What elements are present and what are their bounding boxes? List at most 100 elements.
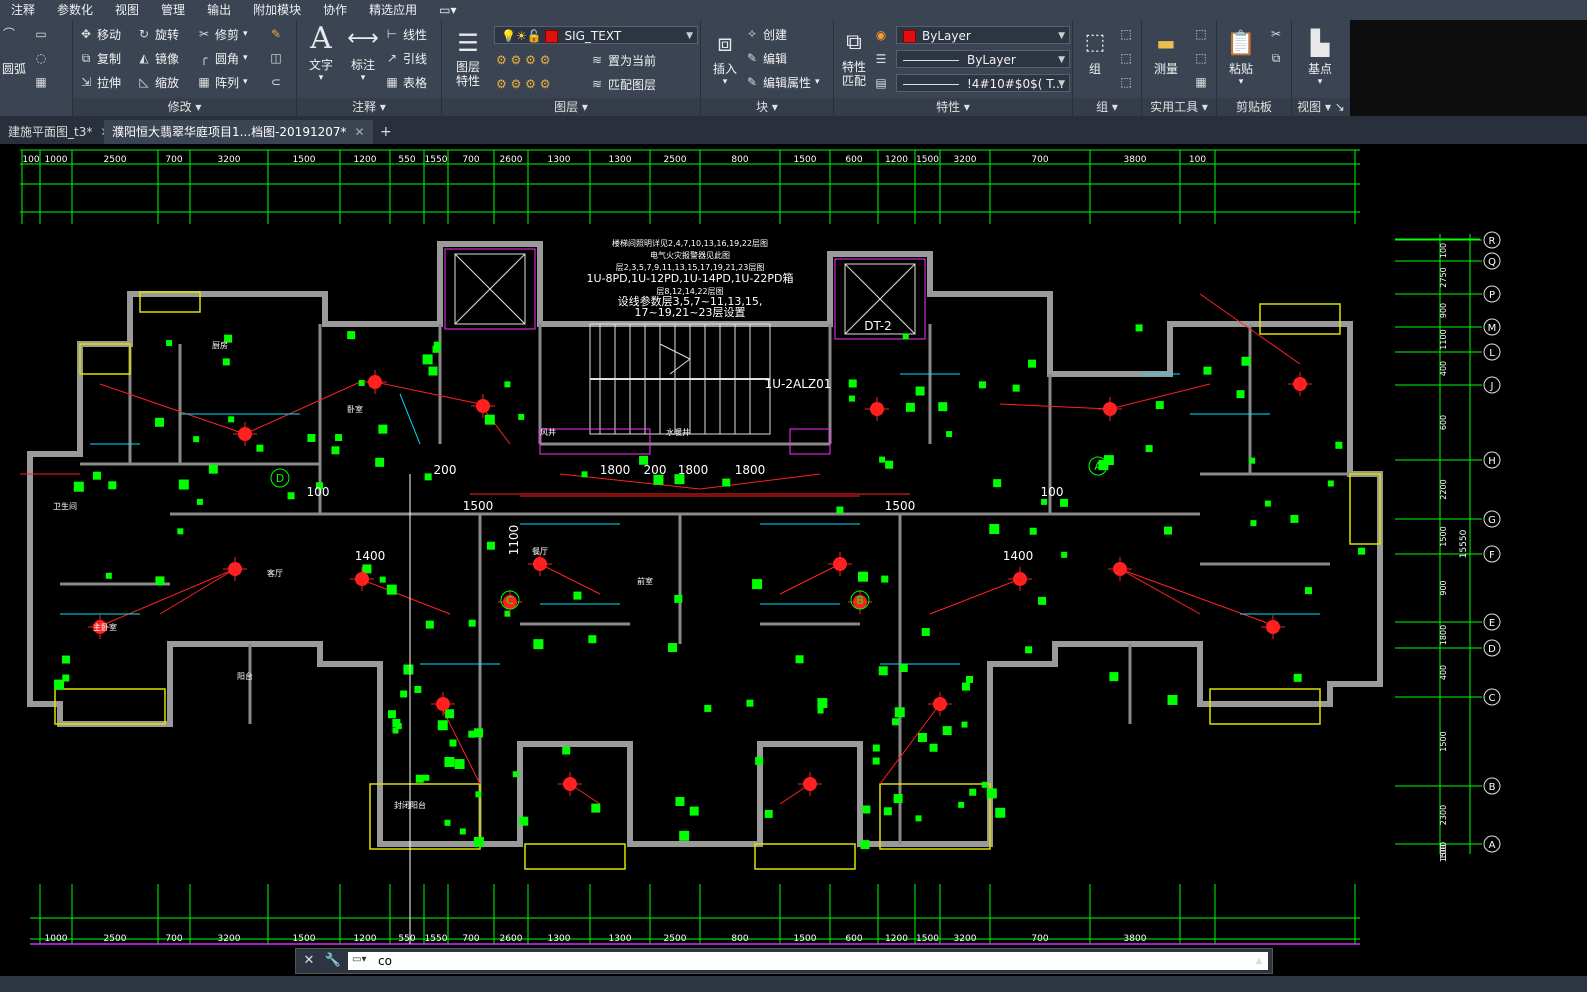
menu-item-view[interactable]: 视图 bbox=[104, 0, 150, 20]
panel-utilities-title[interactable]: 实用工具 ▾ bbox=[1142, 98, 1216, 116]
offset-icon[interactable]: ⊂ bbox=[269, 72, 287, 92]
explode-icon[interactable]: ◫ bbox=[269, 48, 287, 68]
edit-block-button[interactable]: ✎ 编辑 bbox=[745, 48, 787, 68]
match-properties-button[interactable]: ⧉ 特性 匹配 bbox=[836, 26, 872, 88]
hatch-icon[interactable]: ▦ bbox=[34, 72, 52, 92]
new-tab-button[interactable]: + bbox=[372, 120, 400, 144]
fillet-button[interactable]: ╭ 圆角 ▾ bbox=[197, 48, 247, 68]
match-layer-button[interactable]: ≋ 匹配图层 bbox=[590, 74, 656, 94]
table-button[interactable]: ▦ 表格 bbox=[385, 72, 427, 92]
menu-item-parametric[interactable]: 参数化 bbox=[46, 0, 104, 20]
make-current-button[interactable]: ≋ 置为当前 bbox=[590, 50, 656, 70]
dim-bottom-label: 800 bbox=[731, 934, 748, 944]
layer-properties-button[interactable]: ☰ 图层 特性 bbox=[448, 26, 488, 88]
stretch-button[interactable]: ⇲ 拉伸 bbox=[79, 72, 121, 92]
cut-icon[interactable]: ✂ bbox=[1269, 24, 1287, 44]
panel-groups-title[interactable]: 组 ▾ bbox=[1073, 98, 1141, 116]
ribbon-toggle-icon[interactable]: ▭▾ bbox=[428, 0, 467, 20]
menu-item-addins[interactable]: 附加模块 bbox=[242, 0, 312, 20]
insert-button[interactable]: ⧈ 插入 ▾ bbox=[705, 26, 745, 87]
cad-drawing[interactable]: 100 1000 2500 700 3200 1500 1200 550 1550 700 2600… bbox=[0, 144, 1587, 992]
device-symbol bbox=[881, 575, 889, 583]
device-symbol bbox=[581, 471, 588, 478]
drawing-canvas[interactable]: 100 1000 2500 700 3200 1500 1200 550 1550 700 2600… bbox=[0, 144, 1587, 992]
paste-button[interactable]: 📋 粘贴 ▾ bbox=[1221, 26, 1261, 87]
dim-bottom-label: 2500 bbox=[104, 934, 127, 944]
room-label: 主卧室 bbox=[93, 622, 117, 632]
command-input[interactable] bbox=[348, 952, 1268, 970]
panel-annotation-title[interactable]: 注释 ▾ bbox=[297, 98, 441, 116]
layer-properties-label: 图层 特性 bbox=[455, 60, 480, 88]
group-select-icon[interactable]: ⬚ bbox=[1119, 72, 1137, 92]
device-symbol bbox=[878, 666, 888, 676]
menu-item-collaborate[interactable]: 协作 bbox=[312, 0, 358, 20]
chevron-up-icon[interactable]: ▲ bbox=[1250, 952, 1268, 970]
arc-label: 圆弧 bbox=[2, 61, 27, 76]
tab-floor-plan[interactable]: 建施平面图_t3*✕ bbox=[0, 120, 118, 144]
arc-icon[interactable]: ⌒ bbox=[2, 24, 20, 44]
linetype-dropdown[interactable]: ByLayer ▼ bbox=[896, 50, 1070, 68]
menu-item-output[interactable]: 输出 bbox=[196, 0, 242, 20]
layer-stack-icon: ☰ bbox=[457, 29, 479, 57]
panel-block-title[interactable]: 块 ▾ bbox=[701, 98, 833, 116]
text-button[interactable]: A 文字 ▾ bbox=[303, 22, 339, 84]
panel-layers-title[interactable]: 图层 ▾ bbox=[442, 98, 700, 116]
copy-clip-icon[interactable]: ⧉ bbox=[1269, 48, 1287, 68]
create-block-button[interactable]: ✧ 创建 bbox=[745, 24, 787, 44]
ellipse-icon[interactable]: ◌ bbox=[34, 48, 52, 68]
device-symbol bbox=[905, 402, 915, 412]
device-symbol bbox=[386, 584, 397, 595]
device-symbol bbox=[335, 434, 343, 442]
color-value: ByLayer bbox=[922, 29, 971, 43]
scale-button[interactable]: ◺ 缩放 bbox=[137, 72, 179, 92]
lineweight-dropdown[interactable]: !4#10#$0$( T... ▼ bbox=[896, 74, 1070, 92]
axis-dim-label: 400 bbox=[1439, 665, 1448, 680]
erase-icon[interactable]: ✎ bbox=[269, 24, 287, 44]
dimension-button[interactable]: ⟷ 标注 ▾ bbox=[345, 22, 381, 83]
leader-button[interactable]: ↗ 引线 bbox=[385, 48, 427, 68]
rectangle-icon[interactable]: ▭ bbox=[34, 24, 52, 44]
rotate-button[interactable]: ↻ 旋转 bbox=[137, 24, 179, 44]
command-prompt-icon[interactable]: ▭▾ bbox=[352, 954, 366, 965]
calculator-icon[interactable]: ▦ bbox=[1194, 72, 1212, 92]
device-symbol bbox=[562, 746, 571, 755]
trim-button[interactable]: ✂ 修剪 ▾ bbox=[197, 24, 248, 44]
array-label: 阵列 bbox=[215, 75, 240, 90]
measure-button[interactable]: ▬ 测量 bbox=[1146, 26, 1186, 77]
edit-attributes-button[interactable]: ✎ 编辑属性 ▾ bbox=[745, 72, 820, 92]
array-button[interactable]: ▦ 阵列 ▾ bbox=[197, 72, 247, 92]
menu-item-annotate[interactable]: 注释 bbox=[0, 0, 46, 20]
menu-item-featured-apps[interactable]: 精选应用 bbox=[358, 0, 428, 20]
ungroup-icon[interactable]: ⬚ bbox=[1119, 24, 1137, 44]
panel-modify-title[interactable]: 修改 ▾ bbox=[73, 98, 296, 116]
status-bar bbox=[0, 976, 1587, 992]
layer-tools-row1-icon[interactable]: ⚙ ⚙ ⚙ ⚙ bbox=[496, 50, 550, 70]
panel-view-title[interactable]: 视图 ▾ ↘ bbox=[1292, 98, 1350, 116]
move-button[interactable]: ✥ 移动 bbox=[79, 24, 121, 44]
panel-properties-title[interactable]: 特性 ▾ bbox=[834, 98, 1072, 116]
select-all-icon[interactable]: ⬚ bbox=[1194, 48, 1212, 68]
color-wheel-icon[interactable]: ◉ bbox=[874, 25, 892, 45]
quick-select-icon[interactable]: ⬚ bbox=[1194, 24, 1212, 44]
device-symbol bbox=[1012, 384, 1020, 392]
group-edit-icon[interactable]: ⬚ bbox=[1119, 48, 1137, 68]
color-dropdown[interactable]: ByLayer ▼ bbox=[896, 26, 1070, 44]
linear-button[interactable]: ⊢ 线性 bbox=[385, 24, 427, 44]
close-icon[interactable]: ✕ bbox=[355, 125, 365, 139]
wrench-icon[interactable]: 🔧 bbox=[324, 952, 342, 970]
tab-project-drawing[interactable]: 濮阳恒大翡翠华庭项目1...档图-20191207* ✕ bbox=[104, 120, 373, 144]
arc-button[interactable]: 圆弧 bbox=[2, 58, 26, 78]
dim-bottom-label: 1500 bbox=[794, 934, 817, 944]
mirror-button[interactable]: ◭ 镜像 bbox=[137, 48, 179, 68]
panel-clipboard-title[interactable]: 剪贴板 bbox=[1217, 98, 1291, 116]
device-symbol bbox=[1060, 498, 1069, 507]
menu-item-manage[interactable]: 管理 bbox=[150, 0, 196, 20]
layer-dropdown[interactable]: 💡☀🔓 SIG_TEXT ▼ bbox=[494, 26, 698, 44]
base-button[interactable]: ▙ 基点 ▾ bbox=[1300, 26, 1340, 87]
group-button[interactable]: ⬚ 组 bbox=[1077, 26, 1113, 77]
device-symbol bbox=[178, 479, 189, 490]
dim-bottom-label: 2500 bbox=[664, 934, 687, 944]
copy-button[interactable]: ⧉ 复制 bbox=[79, 48, 121, 68]
layer-tools-row2-icon[interactable]: ⚙ ⚙ ⚙ ⚙ bbox=[496, 74, 550, 94]
close-icon[interactable]: ✕ bbox=[300, 952, 318, 970]
